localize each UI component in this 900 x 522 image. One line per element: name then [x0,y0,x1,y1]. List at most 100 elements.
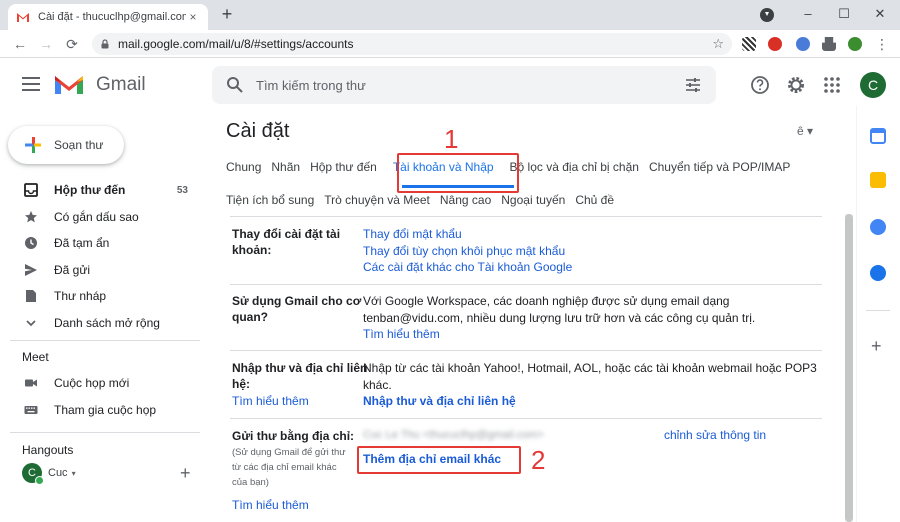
sidebar-item-drafts[interactable]: Thư nháp [0,284,200,308]
hangouts-user[interactable]: C Cuc ▾ [22,463,76,485]
meet-join-meeting[interactable]: Tham gia cuộc họp [0,398,200,422]
bookmark-star-icon[interactable]: ☆ [712,36,724,52]
back-button[interactable]: ← [10,34,30,54]
sidebar-item-snoozed[interactable]: Đã tạm ẩn [0,231,200,255]
change-account-label: Thay đổi cài đặt tài khoản: [232,226,340,258]
description-line: Nhập từ các tài khoản Yahoo!, Hotmail, A… [363,361,817,375]
hangouts-username: Cuc [48,467,68,479]
account-avatar[interactable]: C [860,72,886,98]
annotation-number-2: 2 [531,445,546,475]
tab-addons[interactable]: Tiện ích bổ sung [226,193,314,207]
sidebar-item-inbox[interactable]: Hộp thư đến 53 [0,178,200,202]
import-label: Nhập thư và địa chỉ liên hệ: [232,360,367,392]
annotation-box-2 [357,446,521,474]
hangouts-avatar: C [22,463,44,485]
tab-close-icon[interactable]: × [186,10,200,24]
tab-forwarding-pop-imap[interactable]: Chuyển tiếp và POP/IMAP [649,160,790,174]
contacts-icon[interactable] [870,265,886,281]
change-recovery-link[interactable]: Thay đổi tùy chọn khôi phục mật khẩu [363,243,572,260]
settings-tabs-row-2: Tiện ích bổ sung Trò chuyện và Meet Nâng… [226,193,624,207]
edit-info-link[interactable]: chỉnh sửa thông tin [664,428,766,442]
mail-search-bar[interactable]: Tìm kiếm trong thư [212,66,716,104]
settings-divider [230,216,822,217]
sidebar-item-sent[interactable]: Đã gửi [0,258,200,282]
side-panel-divider [866,310,890,311]
gmail-logo-icon [55,76,83,94]
sidebar-item-label: Đã tạm ẩn [54,236,110,250]
annotation-number-1: 1 [444,124,459,154]
send-as-learn-more-link[interactable]: Tìm hiểu thêm [232,497,309,514]
gmail-favicon-icon [17,13,29,22]
search-input[interactable]: Tìm kiếm trong thư [256,78,684,93]
import-learn-more-link[interactable]: Tìm hiểu thêm [232,393,309,410]
label-line: hệ: [232,377,250,391]
tab-search-icon[interactable] [760,8,774,22]
sidebar-divider [10,432,200,433]
sidebar-item-label: Danh sách mở rộng [54,316,160,330]
workspace-learn-more-link[interactable]: Tìm hiểu thêm [363,326,755,343]
meet-section-title: Meet [22,350,49,364]
search-options-icon[interactable] [684,76,702,94]
adblock-extension-icon[interactable] [768,37,782,51]
input-tools-picker[interactable]: ê ▾ [797,124,813,138]
hangouts-section-title: Hangouts [22,443,74,457]
tab-title: Cài đặt - thucuclhp@gmail.com [38,11,186,23]
puzzle-extensions-icon[interactable] [822,37,836,51]
new-tab-button[interactable]: + [216,4,238,26]
tasks-icon[interactable] [870,219,886,235]
sidebar-item-label: Cuộc họp mới [54,376,130,390]
search-icon[interactable] [226,76,244,94]
tab-themes[interactable]: Chủ đề [575,193,614,207]
tab-general[interactable]: Chung [226,160,261,174]
label-line: Nhập thư và địa chỉ liên [232,361,368,375]
inbox-icon [24,183,38,197]
browser-menu-icon[interactable]: ⋮ [872,34,892,54]
reload-button[interactable]: ⟳ [62,34,82,54]
tab-offline[interactable]: Ngoại tuyến [501,193,565,207]
minimize-button[interactable]: – [792,0,824,30]
sidebar-item-starred[interactable]: Có gắn dấu sao [0,205,200,229]
change-password-link[interactable]: Thay đổi mật khẩu [363,226,572,243]
keep-icon[interactable] [870,172,886,188]
settings-divider [230,350,822,351]
help-icon[interactable] [750,75,770,95]
forward-button[interactable]: → [36,34,56,54]
calendar-icon[interactable] [870,128,886,144]
import-mail-contacts-link[interactable]: Nhập thư và địa chỉ liên hệ [363,393,817,410]
main-menu-icon[interactable] [22,77,40,91]
get-addons-icon[interactable]: + [871,336,882,357]
tab-labels[interactable]: Nhãn [271,160,300,174]
tab-chat-meet[interactable]: Trò chuyện và Meet [324,193,430,207]
settings-gear-icon[interactable] [786,75,806,95]
address-bar[interactable]: mail.google.com/mail/u/8/#settings/accou… [92,33,732,55]
meet-new-meeting[interactable]: Cuộc họp mới [0,371,200,395]
profile-avatar-icon[interactable] [848,37,862,51]
workspace-description: Với Google Workspace, các doanh nghiệp đ… [363,293,755,343]
clock-icon [25,237,37,249]
gmail-logo-text: Gmail [96,74,146,95]
window-close-button[interactable]: ✕ [864,0,896,30]
scrollbar-thumb[interactable] [845,214,853,522]
annotation-box-1 [397,153,519,193]
apps-grid-icon[interactable] [822,75,842,95]
inbox-unread-count: 53 [176,184,188,196]
star-icon [25,211,37,223]
tab-filters-blocked[interactable]: Bộ lọc và địa chỉ bị chặn [510,160,639,174]
browser-tab[interactable]: Cài đặt - thucuclhp@gmail.com × [8,4,208,30]
sidebar-item-more[interactable]: Danh sách mở rộng [0,311,200,335]
hangouts-status-caret-icon[interactable]: ▾ [72,469,76,478]
extension-icon[interactable] [796,37,810,51]
hangouts-add-icon[interactable]: + [180,464,191,482]
tab-inbox[interactable]: Hộp thư đến [310,160,377,174]
description-line: của bạn) [232,477,269,488]
google-account-settings-link[interactable]: Các cài đặt khác cho Tài khoản Google [363,259,572,276]
qr-extension-icon[interactable] [742,37,756,51]
label-line: Sử dụng Gmail cho cơ [232,294,362,308]
compose-button[interactable]: Soạn thư [8,126,124,164]
settings-divider [230,284,822,285]
tab-advanced[interactable]: Nâng cao [440,193,491,207]
restore-button[interactable]: ☐ [828,0,860,30]
sidebar-divider [10,340,200,341]
send-as-label: Gửi thư bằng địa chỉ: [232,429,355,443]
workspace-label: Sử dụng Gmail cho cơ quan? [232,293,361,325]
